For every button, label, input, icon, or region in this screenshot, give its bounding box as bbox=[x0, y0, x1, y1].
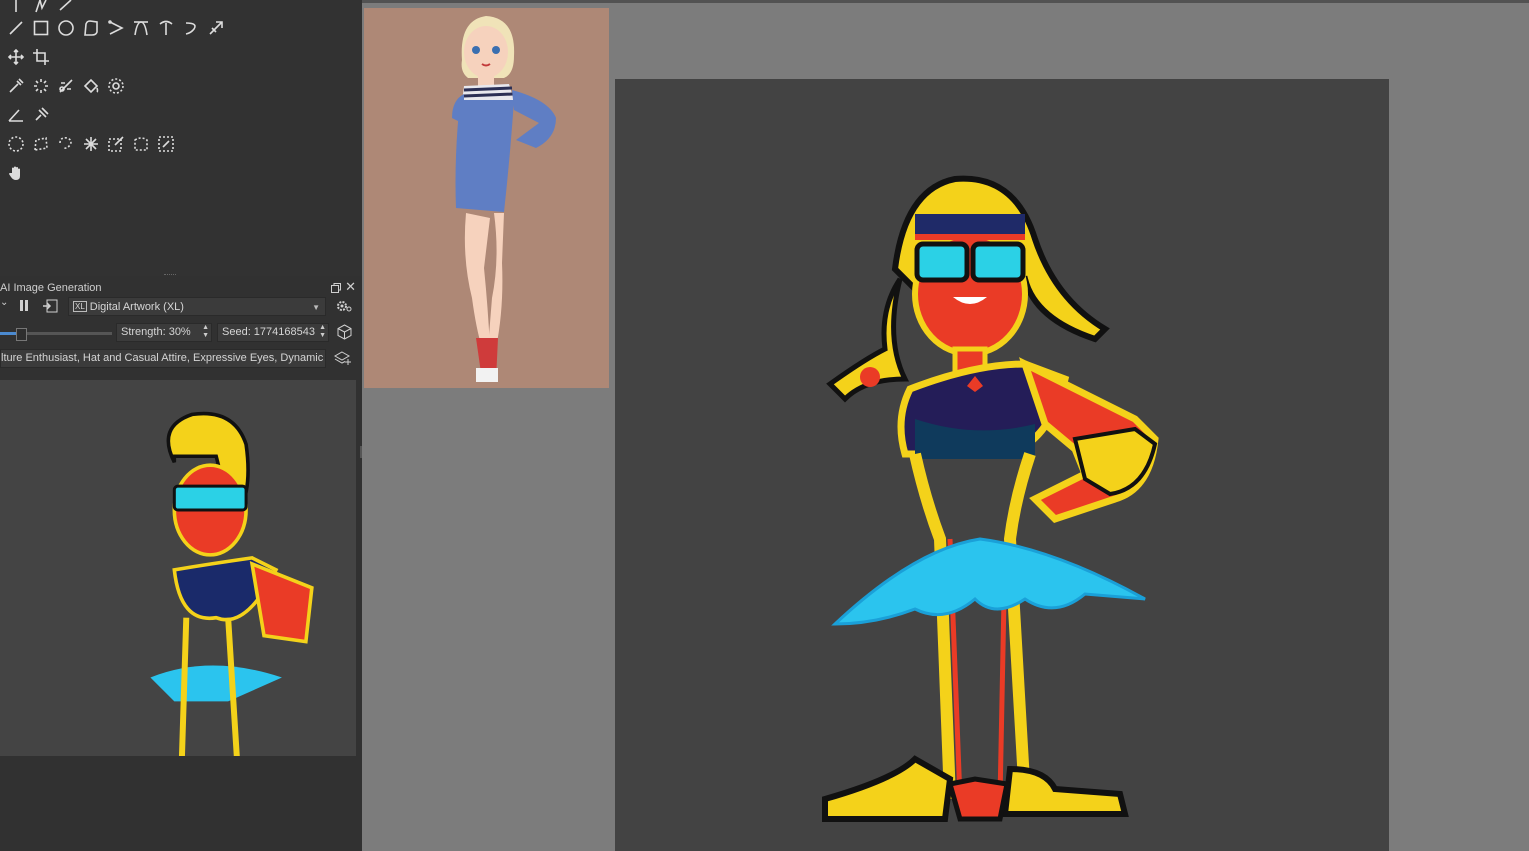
docker-splitter-handle[interactable] bbox=[360, 446, 362, 458]
strength-seed-row: Strength: 30% ▲ ▼ Seed: 1774168543 ▲ ▼ bbox=[0, 322, 362, 344]
left-docker-area: AI Image Generation ✕ ⌄ XL Digital Artwor… bbox=[0, 0, 362, 851]
measure-tool[interactable] bbox=[6, 104, 26, 126]
random-seed-dice-icon[interactable] bbox=[337, 324, 352, 340]
brush-tool-2[interactable] bbox=[31, 0, 51, 16]
pan-hand-tool[interactable] bbox=[6, 162, 26, 184]
seed-spinbox[interactable]: Seed: 1774168543 ▲ ▼ bbox=[217, 323, 329, 342]
docker-title: AI Image Generation bbox=[0, 282, 102, 294]
apply-to-canvas-icon[interactable] bbox=[42, 299, 58, 313]
bezier-curve-tool[interactable] bbox=[131, 17, 151, 39]
toolbox-row-brushes bbox=[6, 0, 76, 16]
generated-preview-thumbnail[interactable] bbox=[0, 380, 356, 756]
color-picker-tool[interactable] bbox=[6, 75, 26, 97]
float-docker-icon[interactable] bbox=[330, 282, 342, 294]
generated-character-canvas-image bbox=[822, 175, 1159, 822]
polygon-tool[interactable] bbox=[81, 17, 101, 39]
similar-select-tool[interactable] bbox=[106, 133, 126, 155]
toolbox-row-transform bbox=[6, 46, 51, 68]
dynamic-brush-tool[interactable] bbox=[181, 17, 201, 39]
seed-label: Seed: 1774168543 bbox=[222, 326, 315, 338]
close-docker-icon[interactable]: ✕ bbox=[345, 280, 356, 294]
toolbox-row-selection bbox=[6, 133, 176, 155]
style-select-value: Digital Artwork (XL) bbox=[89, 301, 184, 313]
reference-image[interactable] bbox=[364, 8, 609, 388]
crop-tool[interactable] bbox=[31, 46, 51, 68]
spin-arrows-icon[interactable]: ▲ ▼ bbox=[202, 324, 209, 340]
chevron-down-icon[interactable]: ⌄ bbox=[0, 297, 8, 308]
line-tool[interactable] bbox=[6, 17, 26, 39]
ellipse-tool[interactable] bbox=[56, 17, 76, 39]
generation-controls-row: ⌄ XL Digital Artwork (XL) ▼ bbox=[0, 296, 362, 318]
bezier-select-tool[interactable] bbox=[131, 133, 151, 155]
xl-badge: XL bbox=[73, 301, 87, 312]
toolbox-row-fill bbox=[6, 75, 126, 97]
docker-drag-grip[interactable] bbox=[164, 274, 176, 277]
reference-character-image bbox=[452, 16, 556, 382]
freehand-path-tool[interactable] bbox=[156, 17, 176, 39]
pause-icon[interactable] bbox=[18, 299, 30, 312]
prompt-input[interactable]: lture Enthusiast, Hat and Casual Attire,… bbox=[0, 349, 326, 368]
freehand-select-tool[interactable] bbox=[56, 133, 76, 155]
assistant-tool[interactable] bbox=[31, 104, 51, 126]
strength-slider-handle[interactable] bbox=[16, 328, 27, 341]
polygon-select-tool[interactable] bbox=[31, 133, 51, 155]
move-tool[interactable] bbox=[6, 46, 26, 68]
prompt-row: lture Enthusiast, Hat and Casual Attire,… bbox=[0, 348, 362, 370]
strength-label: Strength: 30% bbox=[121, 326, 191, 338]
rectangle-tool[interactable] bbox=[31, 17, 51, 39]
contiguous-select-tool[interactable] bbox=[81, 133, 101, 155]
dropdown-arrow-icon: ▼ bbox=[312, 303, 320, 312]
polyline-tool[interactable] bbox=[106, 17, 126, 39]
smart-patch-tool[interactable] bbox=[31, 75, 51, 97]
toolbox-row-view bbox=[6, 162, 26, 184]
style-select[interactable]: XL Digital Artwork (XL) ▼ bbox=[68, 297, 326, 316]
spin-arrows-icon[interactable]: ▲ ▼ bbox=[319, 324, 326, 340]
workspace-top-border bbox=[362, 0, 1529, 3]
generated-character-thumbnail-image bbox=[150, 411, 314, 756]
document-canvas[interactable] bbox=[615, 79, 1389, 851]
brush-tool-3[interactable] bbox=[56, 0, 76, 16]
strength-spinbox[interactable]: Strength: 30% ▲ ▼ bbox=[116, 323, 212, 342]
enclose-fill-tool[interactable] bbox=[106, 75, 126, 97]
freehand-brush-tool[interactable] bbox=[6, 0, 26, 16]
toolbox-row-measure bbox=[6, 104, 51, 126]
add-region-icon[interactable] bbox=[334, 350, 352, 366]
toolbox-row-shapes bbox=[6, 17, 226, 39]
fill-multi-tool[interactable] bbox=[56, 75, 76, 97]
toolbox bbox=[0, 0, 362, 270]
fill-tool[interactable] bbox=[81, 75, 101, 97]
docker-title-bar: AI Image Generation ✕ bbox=[0, 280, 362, 296]
ellipse-select-tool[interactable] bbox=[6, 133, 26, 155]
ai-image-generation-docker: AI Image Generation ✕ ⌄ XL Digital Artwor… bbox=[0, 274, 362, 851]
strength-slider[interactable] bbox=[0, 328, 112, 341]
magnetic-select-tool[interactable] bbox=[156, 133, 176, 155]
multibrush-tool[interactable] bbox=[206, 17, 226, 39]
settings-gear-icon[interactable] bbox=[336, 299, 352, 313]
